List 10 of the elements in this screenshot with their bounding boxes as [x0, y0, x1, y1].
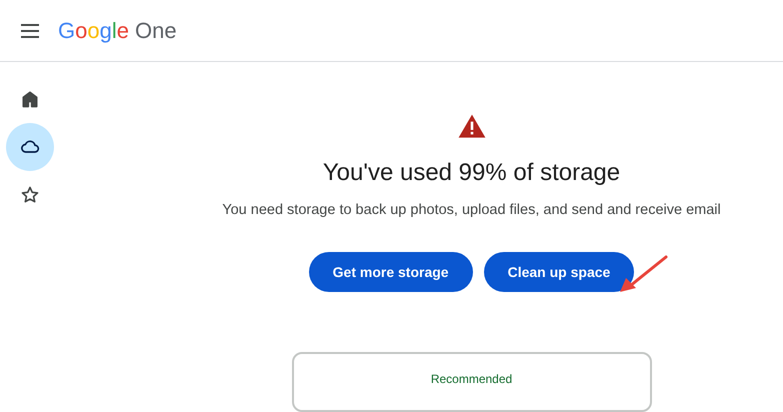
action-button[interactable]: Clean up space: [484, 252, 634, 292]
storage-message: You need storage to back up photos, upload files, and send and receive email: [222, 201, 721, 220]
google-one-logo[interactable]: Google One: [58, 14, 177, 47]
action-button[interactable]: Get more storage: [308, 252, 473, 292]
home-icon: [20, 89, 40, 109]
star-icon: [20, 185, 40, 205]
pointer-arrow-icon: [618, 254, 670, 294]
sidebar-item[interactable]: [6, 123, 54, 171]
storage-title: You've used 99% of storage: [322, 158, 620, 188]
recommended-label: Recommended: [430, 371, 512, 386]
